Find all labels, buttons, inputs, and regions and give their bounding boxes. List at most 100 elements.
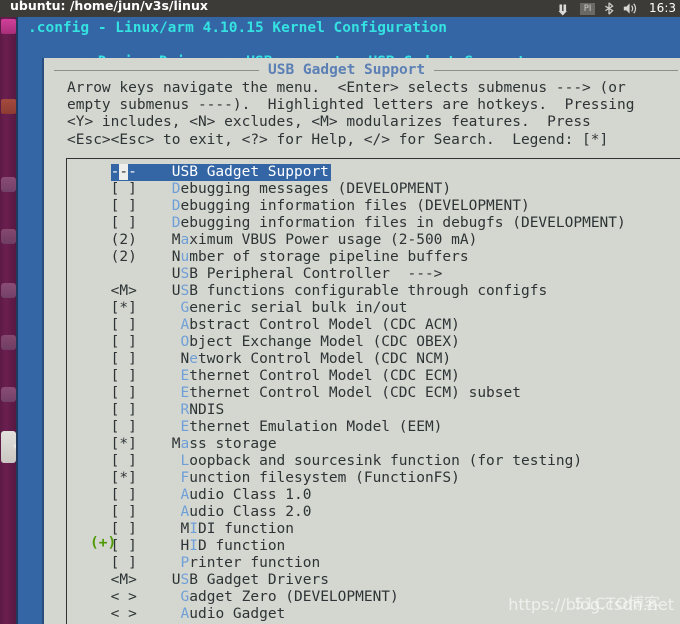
menu-item[interactable]: [ ] Ethernet Control Model (CDC ECM) — [67, 368, 680, 385]
menu-item[interactable]: [ ] Debugging information files (DEVELOP… — [67, 198, 680, 215]
title-dash-right — [434, 69, 678, 71]
volume-icon[interactable] — [623, 2, 639, 15]
launcher-item-4[interactable] — [1, 229, 16, 244]
menu-item-label: Loopback and sourcesink function (for te… — [180, 453, 583, 469]
menu-item[interactable]: [ ] Printer function — [67, 555, 680, 572]
row-indent — [67, 589, 111, 605]
menu-item[interactable]: [ ] Audio Class 2.0 — [67, 504, 680, 521]
menu-item[interactable]: (2) Maximum VBUS Power usage (2-500 mA) — [67, 232, 680, 249]
menu-item-prefix: [ ] — [110, 215, 137, 231]
menu-item-prefix: [ ] — [110, 181, 137, 197]
menu-item-hotkey: A — [180, 504, 190, 520]
menu-item[interactable]: [ ] Debugging information files in debug… — [67, 215, 680, 232]
menu-item[interactable]: [ ] RNDIS — [67, 402, 680, 419]
download-arrow-icon[interactable] — [558, 3, 571, 15]
menu-item-hotkey: E — [180, 419, 190, 435]
menu-item[interactable]: <M> USB Gadget Drivers — [67, 572, 680, 589]
clock[interactable]: 16:3 — [648, 0, 676, 17]
launcher-item-7[interactable] — [1, 387, 16, 402]
menu-item-label: USB Gadget Support — [136, 164, 329, 180]
menu-item-prefix: <M> — [110, 283, 137, 299]
menu-item[interactable]: [ ] Network Control Model (CDC NCM) — [67, 351, 680, 368]
menu-item-label: Generic serial bulk in/out — [180, 300, 408, 316]
row-indent — [67, 470, 111, 486]
launcher-item-1[interactable] — [1, 19, 16, 34]
menu-item[interactable]: [*] Generic serial bulk in/out — [67, 300, 680, 317]
row-indent — [67, 555, 111, 571]
menu-item-label: Audio Class 2.0 — [180, 504, 312, 520]
menu-item-label: Audio Class 1.0 — [180, 487, 312, 503]
menu-item-label: Number of storage pipeline buffers — [136, 249, 469, 265]
menu-listbox[interactable]: --- USB Gadget Support [ ] Debugging mes… — [66, 158, 680, 624]
menu-item[interactable]: [ ] Ethernet Emulation Model (EEM) — [67, 419, 680, 436]
menu-item[interactable]: <M> USB functions configurable through c… — [67, 283, 680, 300]
row-indent — [67, 181, 111, 197]
menu-item-label: Function filesystem (FunctionFS) — [180, 470, 460, 486]
menu-item[interactable]: < > Gadget Zero (DEVELOPMENT) — [67, 589, 680, 606]
menu-item[interactable]: < > Audio Gadget — [67, 606, 680, 623]
menu-item-prefix — [111, 266, 137, 282]
menu-item-prefix: [*] — [110, 300, 137, 316]
menu-item[interactable]: [ ] MIDI function — [67, 521, 680, 538]
menu-item[interactable]: [ ] Audio Class 1.0 — [67, 487, 680, 504]
menu-item-prefix: [ ] — [110, 351, 137, 367]
menu-item-prefix: [ ] — [110, 368, 137, 384]
menu-item-label: Ethernet Control Model (CDC ECM) subset — [180, 385, 521, 401]
menu-item-hotkey: a — [180, 436, 190, 452]
row-indent — [67, 453, 111, 469]
menu-item[interactable]: [ ] HID function — [67, 538, 680, 555]
menu-item-prefix: < > — [110, 606, 137, 622]
menu-item-hotkey: A — [180, 487, 190, 503]
launcher-item-2[interactable] — [1, 99, 16, 114]
menu-item[interactable]: [ ] Abstract Control Model (CDC ACM) — [67, 317, 680, 334]
keyboard-layout-icon[interactable]: PI — [580, 2, 596, 15]
menu-item-prefix: (2) — [110, 232, 137, 248]
menuconfig-dialog: USB Gadget Support Arrow keys navigate t… — [44, 58, 680, 624]
row-indent — [67, 334, 111, 350]
menu-list: --- USB Gadget Support [ ] Debugging mes… — [67, 164, 680, 623]
menu-item-label: Object Exchange Model (CDC OBEX) — [180, 334, 460, 350]
menu-item-label: Audio Gadget — [180, 606, 286, 622]
menu-item[interactable]: [*] Mass storage — [67, 436, 680, 453]
indicator-tray: PI 16:3 — [558, 0, 680, 17]
row-indent — [67, 317, 111, 333]
menu-item[interactable]: (2) Number of storage pipeline buffers — [67, 249, 680, 266]
row-indent — [67, 300, 111, 316]
menu-item[interactable]: --- USB Gadget Support — [110, 164, 331, 181]
menu-item-hotkey: G — [180, 300, 190, 316]
launcher-item-5[interactable] — [1, 283, 16, 298]
menu-item[interactable]: [ ] Object Exchange Model (CDC OBEX) — [67, 334, 680, 351]
menu-item-prefix: [ ] — [110, 198, 137, 214]
menu-item-label: Debugging information files (DEVELOPMENT… — [171, 198, 530, 214]
menu-item-prefix: [*] — [110, 436, 137, 452]
menu-item-prefix: (2) — [110, 249, 137, 265]
menu-item-label: Gadget Zero (DEVELOPMENT) — [180, 589, 399, 605]
menu-item-prefix: [ ] — [110, 453, 137, 469]
menu-item[interactable]: [ ] Ethernet Control Model (CDC ECM) sub… — [67, 385, 680, 402]
menu-item[interactable]: [ ] Loopback and sourcesink function (fo… — [67, 453, 680, 470]
row-indent — [67, 385, 111, 401]
unity-launcher[interactable] — [0, 17, 17, 624]
menu-item-hotkey: e — [189, 351, 198, 367]
menu-item-label: USB Peripheral Controller ---> — [136, 266, 443, 282]
row-indent — [67, 266, 111, 282]
menu-item-label: RNDIS — [180, 402, 225, 418]
menu-item-prefix: [ ] — [110, 402, 137, 418]
launcher-item-6[interactable] — [1, 335, 16, 350]
menu-item-wrapper: --- USB Gadget Support — [67, 164, 680, 181]
launcher-item-3[interactable] — [1, 177, 16, 192]
menu-item[interactable]: USB Peripheral Controller ---> — [67, 266, 680, 283]
menu-item-prefix: [ ] — [110, 504, 137, 520]
menu-item-label: Ethernet Control Model (CDC ECM) — [180, 368, 460, 384]
menu-item-label: Network Control Model (CDC NCM) — [136, 351, 452, 367]
menuconfig-header-title: .config - Linux/arm 4.10.15 Kernel Confi… — [28, 20, 448, 36]
menu-item[interactable]: [*] Function filesystem (FunctionFS) — [67, 470, 680, 487]
row-indent — [67, 487, 111, 503]
menu-item-hotkey: G — [180, 589, 190, 605]
row-indent — [67, 249, 111, 265]
row-indent — [67, 419, 111, 435]
title-dash-left — [54, 69, 259, 71]
menu-item[interactable]: [ ] Debugging messages (DEVELOPMENT) — [67, 181, 680, 198]
bluetooth-icon[interactable] — [604, 2, 614, 15]
menu-item-hotkey: P — [180, 555, 190, 571]
